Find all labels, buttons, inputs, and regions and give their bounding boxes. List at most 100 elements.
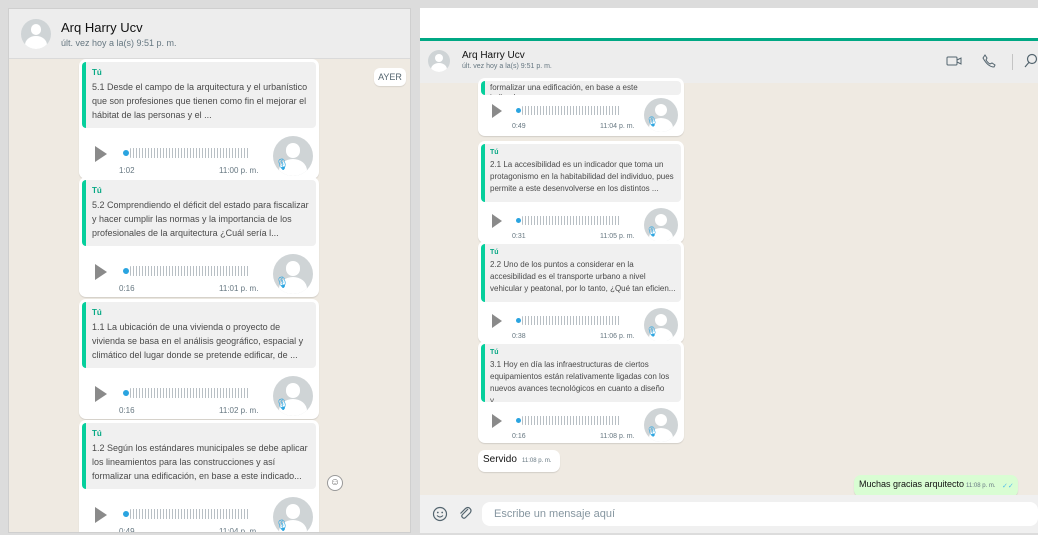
- emoji-reaction-icon[interactable]: ☺: [327, 475, 343, 491]
- audio-message-bubble[interactable]: Tú 2.2 Uno de los puntos a considerar en …: [478, 241, 684, 343]
- quote-text: 1.2 Según los estándares municipales se …: [92, 443, 308, 481]
- play-icon[interactable]: [95, 386, 107, 402]
- message-list[interactable]: formalizar una edificación, en base a es…: [420, 78, 1038, 497]
- read-receipt-icon: ✓✓: [1002, 483, 1014, 490]
- quote-text: 1.1 La ubicación de una vivienda o proye…: [92, 322, 304, 360]
- microphone-icon: 🎙: [275, 520, 289, 532]
- play-icon[interactable]: [492, 214, 502, 228]
- contact-name: Arq Harry Ucv: [61, 20, 143, 35]
- quoted-message[interactable]: Tú 5.2 Comprendiendo el déficit del estad…: [82, 180, 316, 246]
- audio-message-bubble[interactable]: Tú 2.1 La accesibilidad es un indicador q…: [478, 141, 684, 243]
- right-chat-window: Arq Harry Ucv últ. vez hoy a la(s) 9:51 …: [420, 8, 1038, 533]
- message-time: 11:00 p. m.: [219, 166, 259, 175]
- audio-waveform[interactable]: [130, 388, 250, 398]
- audio-duration: 0:49: [512, 123, 526, 130]
- audio-waveform[interactable]: [522, 316, 620, 325]
- audio-duration: 0:16: [512, 433, 526, 440]
- play-icon[interactable]: [95, 264, 107, 280]
- quoted-message[interactable]: Tú 5.1 Desde el campo de la arquitectura …: [82, 62, 316, 128]
- header-divider: [1012, 54, 1013, 70]
- voice-call-icon[interactable]: [982, 54, 996, 68]
- left-chat-window: Arq Harry Ucv últ. vez hoy a la(s) 9:51 …: [8, 8, 411, 533]
- message-time: 11:04 p. m.: [219, 527, 259, 533]
- compose-bar: Escribe un mensaje aquí: [420, 495, 1038, 533]
- quote-text: formalizar una edificación, en base a es…: [490, 83, 638, 95]
- audio-message-bubble[interactable]: formalizar una edificación, en base a es…: [478, 78, 684, 136]
- audio-progress-dot[interactable]: [123, 150, 129, 156]
- incoming-message[interactable]: Servido 11:08 p. m.: [478, 450, 560, 472]
- chat-header[interactable]: Arq Harry Ucv últ. vez hoy a la(s) 9:51 …: [420, 38, 1038, 83]
- quoted-message[interactable]: Tú 1.1 La ubicación de una vivienda o pro…: [82, 302, 316, 368]
- audio-progress-dot[interactable]: [123, 390, 129, 396]
- play-icon[interactable]: [95, 146, 107, 162]
- microphone-icon: 🎙: [645, 226, 659, 238]
- day-badge: AYER: [374, 68, 406, 86]
- message-time: 11:01 p. m.: [219, 284, 259, 293]
- message-time: 11:08 p. m.: [522, 458, 552, 464]
- message-time: 11:04 p. m.: [600, 123, 635, 130]
- audio-progress-dot[interactable]: [123, 511, 129, 517]
- microphone-icon: 🎙: [275, 399, 289, 411]
- audio-waveform[interactable]: [522, 216, 620, 225]
- quote-author: Tú: [490, 249, 499, 256]
- quote-author: Tú: [92, 308, 102, 317]
- audio-progress-dot[interactable]: [516, 418, 521, 423]
- microphone-icon: 🎙: [275, 159, 289, 171]
- quoted-message[interactable]: Tú 2.1 La accesibilidad es un indicador q…: [481, 144, 681, 202]
- audio-message-bubble[interactable]: Tú 1.1 La ubicación de una vivienda o pro…: [79, 299, 319, 419]
- search-icon[interactable]: [1024, 53, 1038, 69]
- emoji-icon[interactable]: [432, 506, 448, 522]
- quote-text: 3.1 Hoy en día las infraestructuras de c…: [490, 360, 670, 402]
- audio-waveform[interactable]: [130, 148, 250, 158]
- message-time: 11:06 p. m.: [600, 333, 635, 340]
- quoted-message[interactable]: Tú 2.2 Uno de los puntos a considerar en …: [481, 244, 681, 302]
- outgoing-message[interactable]: Muchas gracias arquitecto 11:08 p. m. ✓✓: [854, 475, 1018, 497]
- quote-text: 2.1 La accesibilidad es un indicador que…: [490, 160, 674, 193]
- chat-header[interactable]: Arq Harry Ucv últ. vez hoy a la(s) 9:51 …: [9, 9, 410, 59]
- audio-message-bubble[interactable]: Tú 1.2 Según los estándares municipales s…: [79, 420, 319, 533]
- window-top-bar: [420, 8, 1038, 38]
- video-call-icon[interactable]: [946, 55, 962, 67]
- last-seen-status: últ. vez hoy a la(s) 9:51 p. m.: [462, 63, 552, 70]
- quoted-message[interactable]: Tú 3.1 Hoy en día las infraestructuras de…: [481, 344, 681, 402]
- audio-duration: 1:02: [119, 166, 135, 175]
- quote-author: Tú: [490, 149, 499, 156]
- audio-progress-dot[interactable]: [516, 108, 521, 113]
- message-time: 11:08 p. m.: [600, 433, 635, 440]
- audio-message-bubble[interactable]: Tú 5.1 Desde el campo de la arquitectura …: [79, 59, 319, 179]
- quoted-message[interactable]: formalizar una edificación, en base a es…: [481, 81, 681, 95]
- audio-progress-dot[interactable]: [123, 268, 129, 274]
- audio-duration: 0:31: [512, 233, 526, 240]
- message-text: Muchas gracias arquitecto: [859, 479, 965, 489]
- quoted-message[interactable]: Tú 1.2 Según los estándares municipales s…: [82, 423, 316, 489]
- quote-text: 5.1 Desde el campo de la arquitectura y …: [92, 82, 308, 120]
- play-icon[interactable]: [492, 414, 502, 428]
- quote-author: Tú: [490, 349, 499, 356]
- microphone-icon: 🎙: [645, 426, 659, 438]
- audio-message-bubble[interactable]: Tú 5.2 Comprendiendo el déficit del estad…: [79, 177, 319, 297]
- quote-text: 2.2 Uno de los puntos a considerar en la…: [490, 260, 676, 293]
- play-icon[interactable]: [492, 104, 502, 118]
- audio-waveform[interactable]: [522, 106, 620, 115]
- audio-waveform[interactable]: [522, 416, 620, 425]
- attach-icon[interactable]: [458, 505, 472, 521]
- audio-progress-dot[interactable]: [516, 318, 521, 323]
- audio-waveform[interactable]: [130, 509, 250, 519]
- audio-duration: 0:16: [119, 406, 135, 415]
- audio-duration: 0:49: [119, 527, 135, 533]
- contact-avatar[interactable]: [428, 50, 450, 72]
- message-time: 11:02 p. m.: [219, 406, 259, 415]
- message-input[interactable]: Escribe un mensaje aquí: [482, 502, 1038, 526]
- last-seen-status: últ. vez hoy a la(s) 9:51 p. m.: [61, 38, 177, 48]
- audio-waveform[interactable]: [130, 266, 250, 276]
- audio-progress-dot[interactable]: [516, 218, 521, 223]
- message-list[interactable]: AYER Tú 5.1 Desde el campo de la arquitec…: [9, 59, 410, 532]
- quote-author: Tú: [92, 68, 102, 77]
- quote-author: Tú: [92, 429, 102, 438]
- play-icon[interactable]: [492, 314, 502, 328]
- audio-message-bubble[interactable]: Tú 3.1 Hoy en día las infraestructuras de…: [478, 341, 684, 443]
- quote-text: 5.2 Comprendiendo el déficit del estado …: [92, 200, 309, 238]
- play-icon[interactable]: [95, 507, 107, 523]
- contact-avatar[interactable]: [21, 19, 51, 49]
- audio-duration: 0:38: [512, 333, 526, 340]
